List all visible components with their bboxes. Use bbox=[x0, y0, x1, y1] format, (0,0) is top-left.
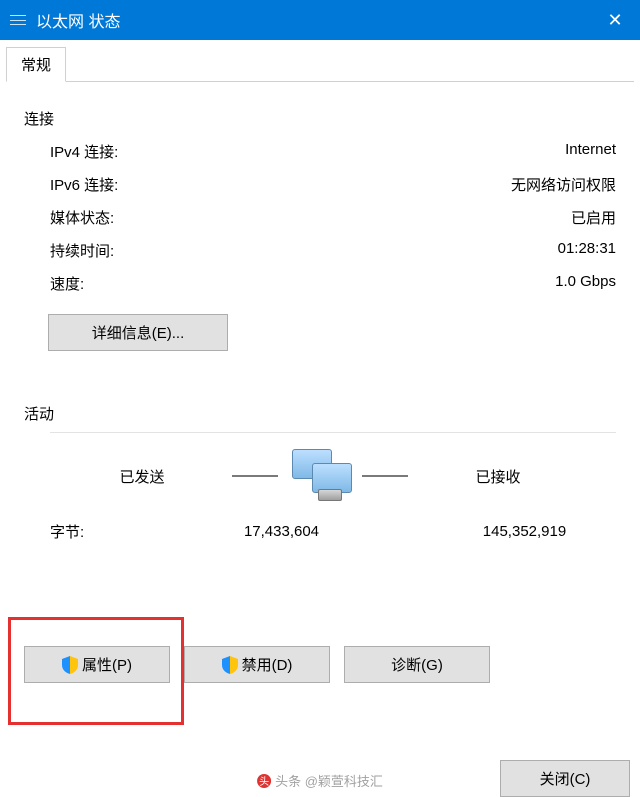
label-speed: 速度: bbox=[50, 273, 84, 294]
section-activity: 活动 bbox=[24, 403, 616, 424]
value-bytes-received: 145,352,919 bbox=[433, 523, 616, 540]
details-button[interactable]: 详细信息(E)... bbox=[48, 314, 228, 351]
label-ipv4: IPv4 连接: bbox=[50, 141, 118, 162]
section-connection: 连接 bbox=[24, 108, 616, 129]
disable-button[interactable]: 禁用(D) bbox=[184, 646, 330, 683]
bottom-button-row: 属性(P) 禁用(D) 诊断(G) bbox=[24, 646, 490, 683]
title-bar: 以太网 状态 ✕ bbox=[0, 0, 640, 40]
shield-icon bbox=[62, 656, 78, 674]
diagnose-button[interactable]: 诊断(G) bbox=[344, 646, 490, 683]
tab-strip: 常规 bbox=[6, 46, 634, 82]
value-media: 已启用 bbox=[571, 207, 616, 228]
value-bytes-sent: 17,433,604 bbox=[190, 523, 373, 540]
watermark-text: 头条 @颖萱科技汇 bbox=[275, 771, 383, 790]
diagnose-button-label: 诊断(G) bbox=[391, 654, 443, 675]
value-duration: 01:28:31 bbox=[558, 240, 616, 261]
watermark-icon: 头 bbox=[257, 774, 271, 788]
activity-header: 已发送 已接收 bbox=[24, 449, 616, 503]
divider bbox=[50, 432, 616, 433]
row-media: 媒体状态: 已启用 bbox=[24, 201, 616, 234]
ethernet-icon bbox=[10, 15, 26, 25]
panel-general: 连接 IPv4 连接: Internet IPv6 连接: 无网络访问权限 媒体… bbox=[0, 82, 640, 542]
row-ipv4: IPv4 连接: Internet bbox=[24, 135, 616, 168]
label-media: 媒体状态: bbox=[50, 207, 114, 228]
row-ipv6: IPv6 连接: 无网络访问权限 bbox=[24, 168, 616, 201]
window-title: 以太网 状态 bbox=[36, 8, 590, 32]
sent-label: 已发送 bbox=[62, 466, 222, 487]
value-ipv4: Internet bbox=[565, 141, 616, 162]
row-duration: 持续时间: 01:28:31 bbox=[24, 234, 616, 267]
value-speed: 1.0 Gbps bbox=[555, 273, 616, 294]
row-speed: 速度: 1.0 Gbps bbox=[24, 267, 616, 300]
value-ipv6: 无网络访问权限 bbox=[511, 174, 616, 195]
close-button-label: 关闭(C) bbox=[540, 768, 591, 789]
properties-button[interactable]: 属性(P) bbox=[24, 646, 170, 683]
tab-general[interactable]: 常规 bbox=[6, 47, 66, 82]
label-ipv6: IPv6 连接: bbox=[50, 174, 118, 195]
close-button[interactable]: 关闭(C) bbox=[500, 760, 630, 797]
close-icon[interactable]: ✕ bbox=[590, 0, 640, 40]
watermark: 头 头条 @颖萱科技汇 bbox=[249, 770, 391, 791]
properties-button-label: 属性(P) bbox=[82, 654, 132, 675]
disable-button-label: 禁用(D) bbox=[242, 654, 293, 675]
shield-icon bbox=[222, 656, 238, 674]
line-left bbox=[232, 475, 278, 477]
label-duration: 持续时间: bbox=[50, 240, 114, 261]
row-bytes: 字节: 17,433,604 145,352,919 bbox=[24, 503, 616, 542]
received-label: 已接收 bbox=[418, 466, 578, 487]
network-monitors-icon bbox=[288, 449, 352, 503]
label-bytes: 字节: bbox=[50, 521, 190, 542]
line-right bbox=[362, 475, 408, 477]
